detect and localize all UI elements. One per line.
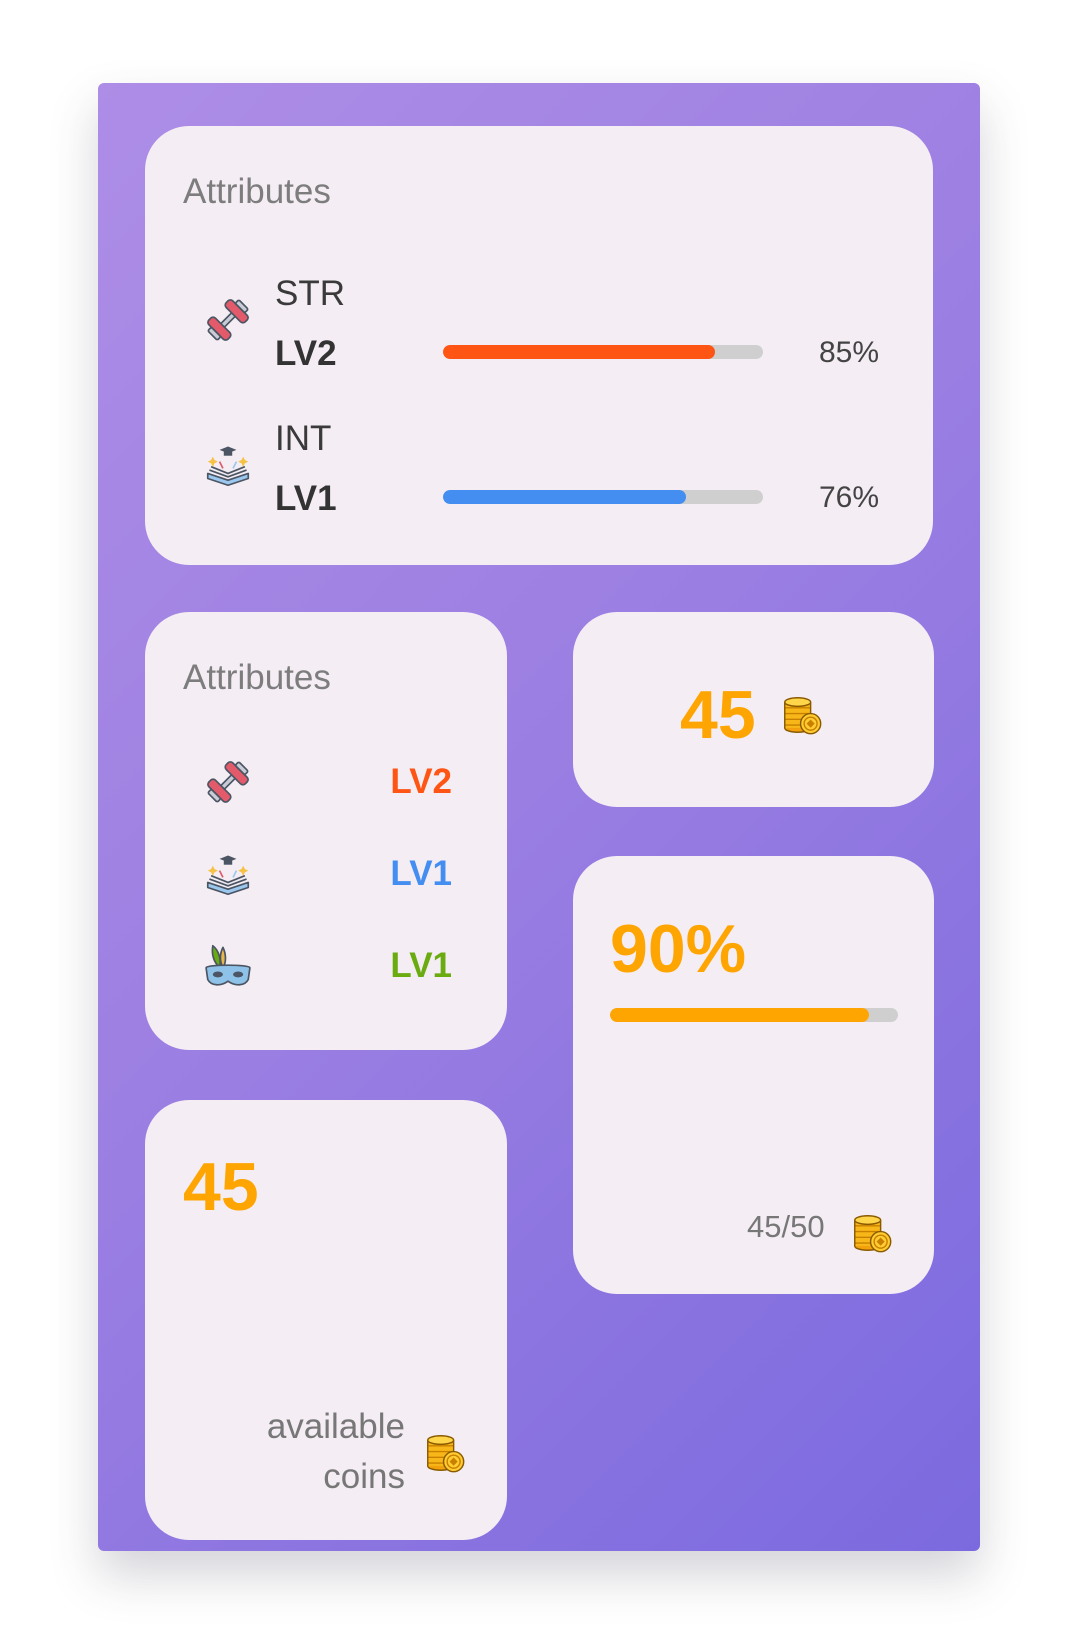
coins-fraction: 45/50: [747, 1209, 825, 1244]
feather-mask-icon: [201, 939, 255, 993]
coins-progress-track: [610, 1008, 898, 1022]
dumbbell-icon: [201, 293, 255, 347]
attributes-levels-card: Attributes LV2 LV1 LV1: [145, 612, 507, 1050]
int-progress-track: [443, 490, 763, 504]
progress-percent: 90%: [610, 911, 747, 987]
cha-level: LV1: [390, 946, 452, 985]
magic-book-icon: [201, 847, 255, 901]
card-title: Attributes: [183, 172, 331, 211]
available-label-line2: coins: [323, 1457, 405, 1496]
attributes-progress-card: Attributes STR LV2 85% INT LV1 76%: [145, 126, 933, 565]
coins-value: 45: [680, 677, 756, 753]
coins-card: 45: [573, 612, 934, 807]
available-coins-label: available coins: [267, 1402, 405, 1502]
int-level: LV1: [390, 854, 452, 893]
card-title: Attributes: [183, 658, 331, 697]
int-progress-fill: [443, 490, 687, 504]
coins-progress-card: 90% 45/50: [573, 856, 934, 1294]
available-coins-card: 45 available coins: [145, 1100, 507, 1540]
str-progress-track: [443, 345, 763, 359]
dashboard-panel: Attributes STR LV2 85% INT LV1 76% Attri…: [98, 83, 980, 1551]
str-level: LV2: [390, 762, 452, 801]
magic-book-icon: [201, 438, 255, 492]
coin-stack-icon: [849, 1210, 895, 1256]
available-label-line1: available: [266, 1407, 405, 1446]
coins-progress-fill: [610, 1008, 870, 1022]
attribute-level-int: LV1: [275, 479, 337, 518]
attribute-name-str: STR: [275, 274, 345, 313]
int-percent: 76%: [819, 481, 880, 514]
attribute-name-int: INT: [275, 419, 332, 458]
available-coins-value: 45: [183, 1149, 259, 1225]
str-progress-fill: [443, 345, 715, 359]
coin-stack-icon: [779, 692, 825, 738]
str-percent: 85%: [819, 336, 880, 369]
attribute-level-str: LV2: [275, 334, 337, 373]
coin-stack-icon: [422, 1430, 468, 1476]
dumbbell-icon: [201, 755, 255, 809]
